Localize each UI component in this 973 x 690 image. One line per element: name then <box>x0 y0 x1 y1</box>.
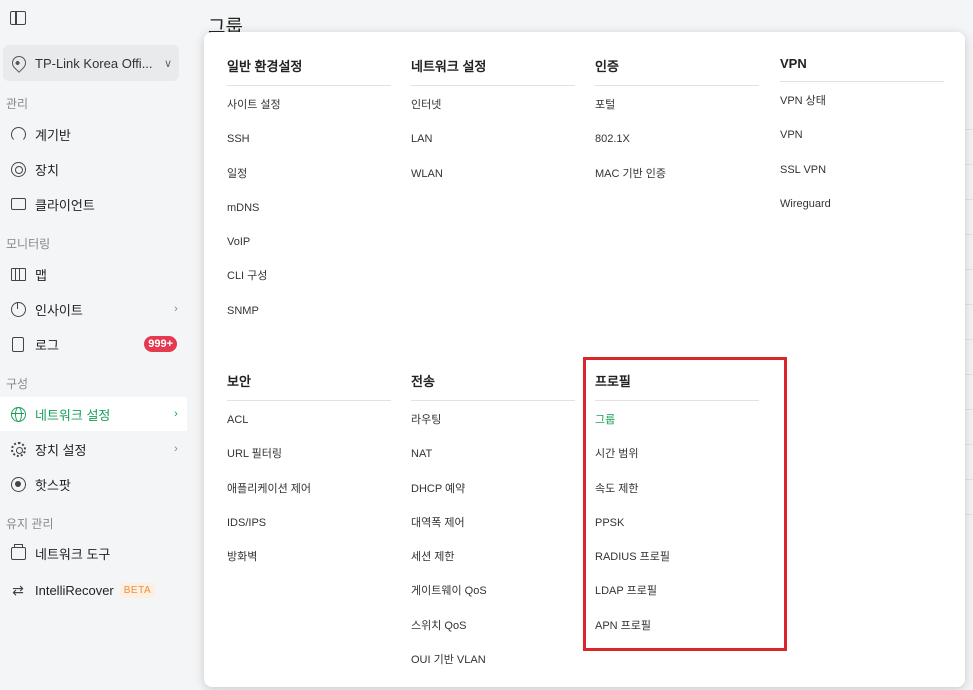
sidebar-item-insight[interactable]: 인사이트 › <box>0 292 187 326</box>
menu-group-auth: 인증 포털 802.1X MAC 기반 인증 <box>595 56 759 197</box>
log-icon <box>12 336 24 352</box>
menu-item-url-filter[interactable]: URL 필터링 <box>227 443 391 477</box>
sidebar-item-network[interactable]: 네트워크 설정 › <box>0 397 187 431</box>
menu-item-bandwidth-control[interactable]: 대역폭 제어 <box>411 512 575 546</box>
sidebar-toggle-icon[interactable] <box>10 11 26 25</box>
section-config: 구성 <box>6 377 29 391</box>
menu-group-general: 일반 환경설정 사이트 설정 SSH 일정 mDNS VoIP CLI 구성 S… <box>227 56 391 334</box>
sidebar-item-intellirecover[interactable]: ⇄ IntelliRecover BETA <box>0 573 187 607</box>
menu-item-mdns[interactable]: mDNS <box>227 197 391 231</box>
highlight-box <box>583 357 787 651</box>
chevron-right-icon: › <box>174 303 178 315</box>
menu-item-app-control[interactable]: 애플리케이션 제어 <box>227 478 391 512</box>
gauge-icon <box>10 126 26 142</box>
sidebar-item-label: 클라이언트 <box>35 197 95 213</box>
section-maintenance: 유지 관리 <box>6 517 54 531</box>
sidebar-item-label: 장치 <box>35 162 59 178</box>
sidebar-item-clients[interactable]: 클라이언트 <box>0 187 187 221</box>
menu-group-header: 보안 <box>227 371 391 401</box>
menu-group-header: 네트워크 설정 <box>411 56 575 86</box>
globe-icon <box>10 406 26 422</box>
menu-item-mac-auth[interactable]: MAC 기반 인증 <box>595 163 759 197</box>
menu-item-voip[interactable]: VoIP <box>227 231 391 265</box>
menu-item-portal[interactable]: 포털 <box>595 94 759 128</box>
menu-group-network: 네트워크 설정 인터넷 LAN WLAN <box>411 56 575 197</box>
sidebar-item-map[interactable]: 맵 <box>0 257 187 291</box>
chevron-right-icon: › <box>174 443 178 455</box>
swap-icon: ⇄ <box>12 581 24 598</box>
menu-group-header: 일반 환경설정 <box>227 56 391 86</box>
menu-item-schedule[interactable]: 일정 <box>227 163 391 197</box>
sidebar-item-label: 핫스팟 <box>35 477 71 493</box>
sidebar-item-hotspot[interactable]: 핫스팟 <box>0 467 187 501</box>
menu-item-cli[interactable]: CLI 구성 <box>227 265 391 299</box>
logs-count-badge: 999+ <box>144 336 177 352</box>
menu-item-firewall[interactable]: 방화벽 <box>227 546 391 580</box>
sidebar-item-label: IntelliRecover <box>35 582 114 598</box>
menu-item-session-limit[interactable]: 세션 제한 <box>411 546 575 580</box>
menu-item-oui-vlan[interactable]: OUI 기반 VLAN <box>411 649 575 683</box>
menu-item-nat[interactable]: NAT <box>411 443 575 477</box>
beta-badge: BETA <box>119 582 156 598</box>
map-icon <box>10 267 26 281</box>
menu-item-site-settings[interactable]: 사이트 설정 <box>227 94 391 128</box>
menu-item-8021x[interactable]: 802.1X <box>595 128 759 162</box>
menu-item-lan[interactable]: LAN <box>411 128 575 162</box>
sidebar-item-label: 네트워크 도구 <box>35 546 111 562</box>
menu-item-vpn[interactable]: VPN <box>780 124 944 158</box>
menu-item-vpn-status[interactable]: VPN 상태 <box>780 90 944 124</box>
client-icon <box>10 198 26 210</box>
location-pin-icon <box>9 53 29 73</box>
section-manage: 관리 <box>6 97 29 111</box>
sidebar-item-devices[interactable]: 장치 <box>0 152 187 186</box>
menu-item-ssl-vpn[interactable]: SSL VPN <box>780 159 944 193</box>
menu-item-wlan[interactable]: WLAN <box>411 163 575 197</box>
chevron-right-icon: › <box>174 408 178 420</box>
menu-item-gateway-qos[interactable]: 게이트웨이 QoS <box>411 580 575 614</box>
menu-item-acl[interactable]: ACL <box>227 409 391 443</box>
menu-item-ssh[interactable]: SSH <box>227 128 391 162</box>
menu-group-security: 보안 ACL URL 필터링 애플리케이션 제어 IDS/IPS 방화벽 <box>227 371 391 580</box>
menu-item-wireguard[interactable]: Wireguard <box>780 193 944 227</box>
menu-item-internet[interactable]: 인터넷 <box>411 94 575 128</box>
section-monitor: 모니터링 <box>6 237 51 251</box>
site-name: TP-Link Korea Offi... <box>35 55 153 71</box>
menu-group-header: 인증 <box>595 56 759 86</box>
sidebar-item-label: 인사이트 <box>35 302 83 318</box>
site-selector[interactable]: TP-Link Korea Offi... ∨ <box>3 45 179 81</box>
gear-icon <box>10 441 26 457</box>
toolbox-icon <box>10 543 26 560</box>
sidebar-item-device-settings[interactable]: 장치 설정 › <box>0 432 187 466</box>
sidebar-item-label: 계기반 <box>35 127 71 143</box>
sidebar-item-label: 네트워크 설정 <box>35 407 111 423</box>
hotspot-icon <box>10 476 26 492</box>
sidebar-item-label: 장치 설정 <box>35 442 87 458</box>
menu-item-snmp[interactable]: SNMP <box>227 300 391 334</box>
menu-group-header: 전송 <box>411 371 575 401</box>
menu-item-routing[interactable]: 라우팅 <box>411 409 575 443</box>
sidebar: TP-Link Korea Offi... ∨ 관리 계기반 장치 클라이언트 … <box>0 0 187 690</box>
device-icon <box>10 161 26 177</box>
menu-group-header: VPN <box>780 56 944 82</box>
pie-chart-icon <box>10 301 26 317</box>
menu-group-transmission: 전송 라우팅 NAT DHCP 예약 대역폭 제어 세션 제한 게이트웨이 Qo… <box>411 371 575 683</box>
chevron-down-icon: ∨ <box>163 57 173 70</box>
menu-item-ids-ips[interactable]: IDS/IPS <box>227 512 391 546</box>
menu-group-vpn: VPN VPN 상태 VPN SSL VPN Wireguard <box>780 56 944 227</box>
sidebar-item-logs[interactable]: 로그 999+ <box>0 327 187 361</box>
sidebar-item-label: 맵 <box>35 267 47 283</box>
menu-item-switch-qos[interactable]: 스위치 QoS <box>411 615 575 649</box>
sidebar-item-dashboard[interactable]: 계기반 <box>0 117 187 151</box>
menu-item-dhcp-reservation[interactable]: DHCP 예약 <box>411 478 575 512</box>
sidebar-item-label: 로그 <box>35 337 59 353</box>
sidebar-item-tools[interactable]: 네트워크 도구 <box>0 536 187 570</box>
